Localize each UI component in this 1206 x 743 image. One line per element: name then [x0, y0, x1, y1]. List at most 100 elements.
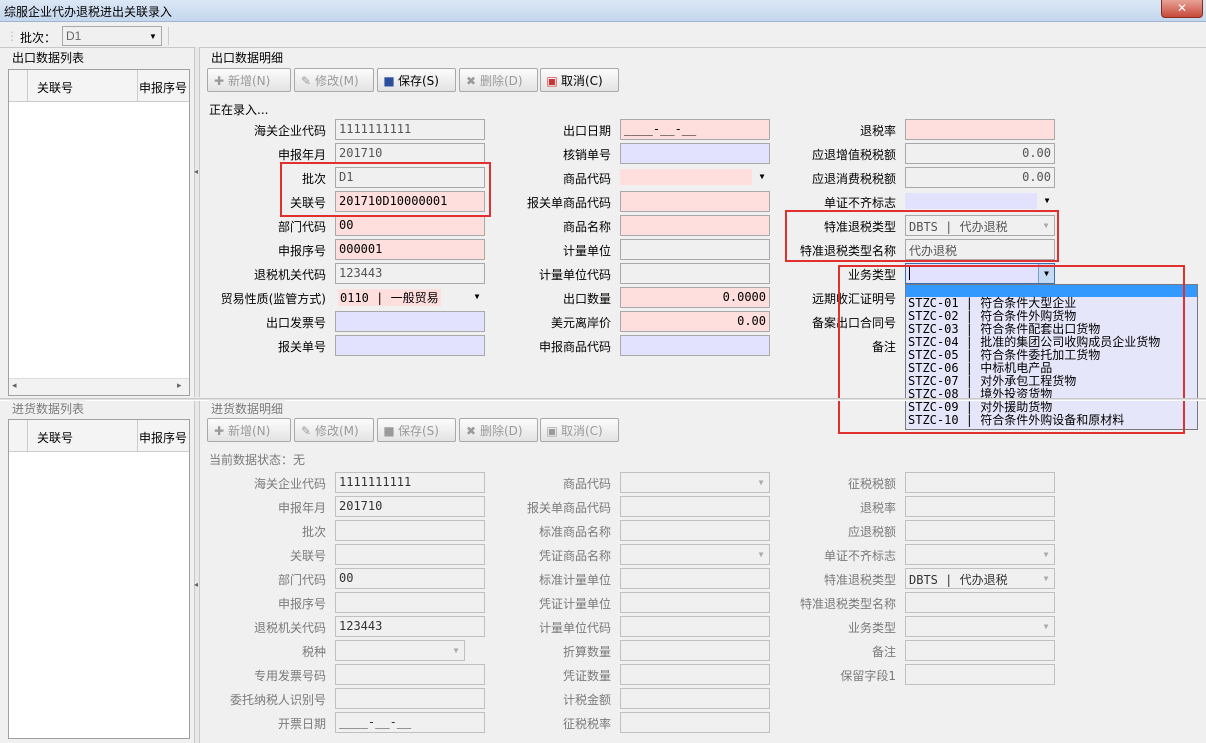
- declare-month-field[interactable]: 201710: [335, 143, 485, 164]
- import-col1-field-1[interactable]: 201710: [335, 496, 485, 517]
- chevron-down-icon: ▼: [1043, 622, 1049, 631]
- import-col3-field-7[interactable]: [905, 640, 1055, 661]
- import-col2-field-7[interactable]: [620, 640, 770, 661]
- tax-authority-field[interactable]: 123443: [335, 263, 485, 284]
- import-col2-field-0[interactable]: ▼: [620, 472, 770, 493]
- horizontal-scrollbar[interactable]: ◂ ▸: [9, 378, 189, 395]
- delete-button[interactable]: ✖ 删除(D): [459, 68, 538, 92]
- col-header-shenbaoxuhao[interactable]: 申报序号: [139, 79, 187, 96]
- x-delete-icon: ✖: [465, 74, 477, 88]
- import-col1-label-0: 海关企业代码: [253, 477, 326, 491]
- close-button[interactable]: ✕: [1161, 0, 1203, 18]
- import-col2-field-9[interactable]: [620, 688, 770, 709]
- consumption-refund-field[interactable]: 0.00: [905, 167, 1055, 188]
- import-save-button[interactable]: ■ 保存(S): [377, 418, 456, 442]
- goods-name-field[interactable]: [620, 215, 770, 236]
- fob-usd-field[interactable]: 0.00: [620, 311, 770, 332]
- chevron-down-icon: ▼: [1043, 574, 1049, 583]
- label-declare-seq: 申报序号: [277, 244, 326, 258]
- field-value: 1111111111: [339, 475, 412, 489]
- import-col3-field-2[interactable]: [905, 520, 1055, 541]
- import-col1-field-9[interactable]: [335, 688, 485, 709]
- export-qty-field[interactable]: 0.0000: [620, 287, 770, 308]
- import-col2-field-2[interactable]: [620, 520, 770, 541]
- window-title: 综服企业代办退税进出关联录入: [4, 5, 173, 19]
- import-col1-field-0[interactable]: 1111111111: [335, 472, 485, 493]
- import-col3-field-1[interactable]: [905, 496, 1055, 517]
- import-col3-label-8: 保留字段1: [840, 669, 896, 683]
- declare-seq-field[interactable]: 000001: [335, 239, 485, 260]
- col-header-guanlianhao[interactable]: 关联号: [37, 79, 73, 96]
- import-col1-label-9: 委托纳税人识别号: [229, 693, 326, 707]
- import-col1-label-10: 开票日期: [277, 717, 326, 731]
- label-declare-month: 申报年月: [277, 148, 326, 162]
- import-new-button[interactable]: ✚ 新增(N): [207, 418, 291, 442]
- horizontal-splitter[interactable]: [0, 398, 1206, 401]
- vat-refund-field[interactable]: 0.00: [905, 143, 1055, 164]
- goods-code-select[interactable]: ▼: [620, 167, 770, 188]
- import-col2-field-1[interactable]: [620, 496, 770, 517]
- import-col3-field-5[interactable]: [905, 592, 1055, 613]
- customs-code-field[interactable]: 1111111111: [335, 119, 485, 140]
- unit-field[interactable]: [620, 239, 770, 260]
- trade-nature-select[interactable]: 0110 | 一般贸易 ▼: [335, 287, 485, 308]
- x-delete-icon: ✖: [465, 424, 477, 438]
- import-col3-field-0[interactable]: [905, 472, 1055, 493]
- export-date-field[interactable]: ____-__-__: [620, 119, 770, 140]
- import-col3-field-4[interactable]: DBTS | 代办退税 ▼: [905, 568, 1055, 589]
- import-col1-field-5[interactable]: [335, 592, 485, 613]
- import-col1-field-2[interactable]: [335, 520, 485, 541]
- save-button[interactable]: ■ 保存(S): [377, 68, 456, 92]
- import-status: 当前数据状态：无: [209, 453, 306, 467]
- cancel-button[interactable]: ▣ 取消(C): [540, 68, 619, 92]
- import-col1-field-3[interactable]: [335, 544, 485, 565]
- label-declare-goods-code: 申报商品代码: [538, 340, 611, 354]
- import-col1-field-10[interactable]: ____-__-__: [335, 712, 485, 733]
- unit-code-field[interactable]: [620, 263, 770, 284]
- batch-select[interactable]: D1 ▼: [62, 26, 162, 46]
- import-col1-field-4[interactable]: 00: [335, 568, 485, 589]
- import-col2-field-10[interactable]: [620, 712, 770, 733]
- import-col3-label-6: 业务类型: [847, 621, 896, 635]
- customs-decl-no-field[interactable]: [335, 335, 485, 356]
- label-decl-goods-code: 报关单商品代码: [526, 196, 611, 210]
- edit-button[interactable]: ✎ 修改(M): [294, 68, 374, 92]
- import-col1-field-7[interactable]: ▼: [335, 640, 465, 661]
- export-list-grid[interactable]: 关联号 申报序号 ◂ ▸: [8, 69, 190, 396]
- import-list-grid[interactable]: 关联号 申报序号: [8, 419, 190, 739]
- import-col2-field-3[interactable]: ▼: [620, 544, 770, 565]
- refund-rate-field[interactable]: [905, 119, 1055, 140]
- import-col1-field-6[interactable]: 123443: [335, 616, 485, 637]
- col-header-guanlianhao[interactable]: 关联号: [37, 429, 73, 446]
- label-consumption-refund: 应退消费税税额: [811, 172, 896, 186]
- label-vat-refund: 应退增值税税额: [811, 148, 896, 162]
- import-col3-field-3[interactable]: ▼: [905, 544, 1055, 565]
- chevron-down-icon: ▼: [758, 478, 764, 487]
- import-col2-field-4[interactable]: [620, 568, 770, 589]
- import-col1-label-2: 批次: [301, 525, 326, 539]
- import-delete-button[interactable]: ✖ 删除(D): [459, 418, 538, 442]
- entry-status: 正在录入...: [209, 103, 269, 117]
- import-col1-label-7: 税种: [301, 645, 326, 659]
- dept-code-field[interactable]: 00: [335, 215, 485, 236]
- import-col2-field-5[interactable]: [620, 592, 770, 613]
- import-col1-label-6: 退税机关代码: [253, 621, 326, 635]
- declare-goods-code-field[interactable]: [620, 335, 770, 356]
- verify-no-field[interactable]: [620, 143, 770, 164]
- import-col2-field-8[interactable]: [620, 664, 770, 685]
- import-col1-field-8[interactable]: [335, 664, 485, 685]
- import-col3-field-8[interactable]: [905, 664, 1055, 685]
- doc-incomplete-select[interactable]: ▼: [905, 191, 1055, 212]
- export-invoice-field[interactable]: [335, 311, 485, 332]
- scroll-left-icon[interactable]: ◂: [12, 381, 17, 391]
- new-button[interactable]: ✚ 新增(N): [207, 68, 291, 92]
- import-col2-field-6[interactable]: [620, 616, 770, 637]
- col-header-shenbaoxuhao[interactable]: 申报序号: [139, 429, 187, 446]
- decl-goods-code-field[interactable]: [620, 191, 770, 212]
- import-edit-button[interactable]: ✎ 修改(M): [294, 418, 374, 442]
- scroll-right-icon[interactable]: ▸: [177, 381, 182, 391]
- import-cancel-button[interactable]: ▣ 取消(C): [540, 418, 619, 442]
- floppy-disk-icon: ■: [383, 424, 395, 438]
- field-value: 123443: [339, 619, 383, 633]
- import-col3-field-6[interactable]: ▼: [905, 616, 1055, 637]
